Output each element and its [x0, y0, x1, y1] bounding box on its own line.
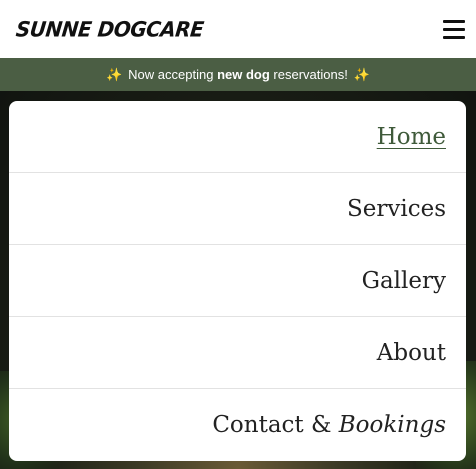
site-header: SUNNE DOGCARE	[0, 0, 476, 58]
sparkle-icon: ✨	[105, 66, 123, 82]
announcement-banner: ✨ Now accepting new dog reservations! ✨	[0, 58, 476, 91]
nav-item-label: About	[376, 339, 446, 366]
nav-item-label: Services	[346, 195, 446, 222]
nav-item-about[interactable]: About	[9, 317, 466, 389]
nav-item-contact-bookings[interactable]: Contact & Bookings	[9, 389, 466, 461]
mobile-nav-menu: Home Services Gallery About Contact & Bo…	[9, 101, 466, 461]
nav-item-gallery[interactable]: Gallery	[9, 245, 466, 317]
nav-item-home[interactable]: Home	[9, 101, 466, 173]
nav-item-label-plain: Contact &	[212, 412, 332, 438]
banner-prefix: Now accepting	[128, 67, 214, 82]
hamburger-bar	[443, 27, 465, 31]
nav-item-label: Contact & Bookings	[212, 412, 446, 438]
nav-item-label: Gallery	[361, 267, 446, 294]
banner-text: Now accepting new dog reservations!	[128, 67, 348, 82]
sparkle-icon: ✨	[353, 66, 371, 82]
nav-item-label: Home	[376, 123, 446, 150]
banner-suffix: reservations!	[273, 67, 348, 82]
site-logo[interactable]: SUNNE DOGCARE	[15, 16, 205, 41]
hamburger-icon[interactable]	[443, 19, 465, 39]
banner-bold: new dog	[217, 67, 270, 82]
nav-item-services[interactable]: Services	[9, 173, 466, 245]
hamburger-bar	[443, 19, 465, 23]
nav-item-label-italic: Bookings	[338, 412, 446, 438]
hamburger-bar	[443, 35, 465, 39]
